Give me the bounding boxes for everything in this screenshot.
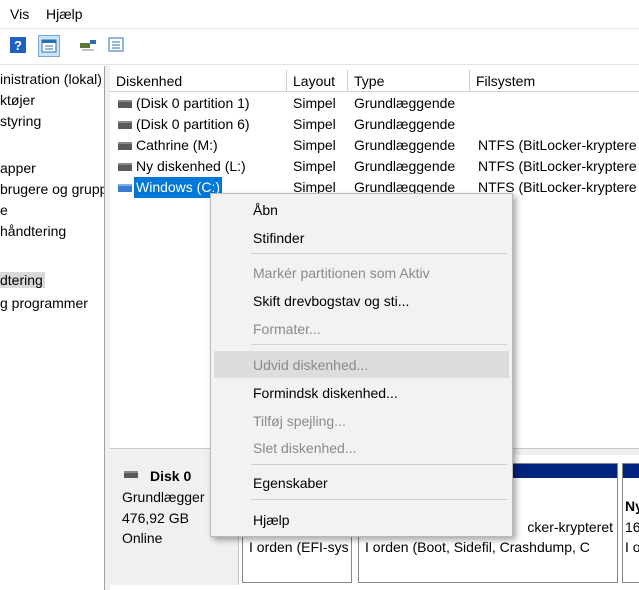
drive-icon xyxy=(118,121,132,129)
list-icon[interactable] xyxy=(106,35,126,55)
disk-size: 476,92 GB xyxy=(122,510,189,526)
table-row[interactable]: Ny diskenhed (L:) Simpel Grundlæggende N… xyxy=(110,156,639,177)
volume-layout: Simpel xyxy=(293,116,336,132)
menu-item-format: Formater... xyxy=(253,321,321,337)
volume-type: Grundlæggende xyxy=(354,158,456,174)
properties-icon[interactable] xyxy=(38,35,60,57)
navigation-tree: inistration (lokal) ktøjer styring apper… xyxy=(0,66,104,590)
column-header-layout[interactable]: Layout xyxy=(287,70,348,92)
menu-separator xyxy=(251,344,507,345)
disk-status: Online xyxy=(122,530,163,546)
menu-item-properties[interactable]: Egenskaber xyxy=(253,475,328,491)
table-row[interactable]: (Disk 0 partition 6) Simpel Grundlæggend… xyxy=(110,114,639,135)
drive-icon xyxy=(118,163,132,171)
column-header-filsystem[interactable]: Filsystem xyxy=(470,70,639,92)
menu-vis[interactable]: Vis xyxy=(10,6,29,22)
partition-other[interactable]: Ny 16 I o xyxy=(622,463,639,583)
toolbar-divider xyxy=(0,64,639,65)
disk-name: Disk 0 xyxy=(150,468,192,484)
disk-type: Grundlægger xyxy=(122,489,205,505)
menu-separator xyxy=(251,499,507,500)
help-icon[interactable]: ? xyxy=(8,35,28,55)
menu-item-add-mirror: Tilføj spejling... xyxy=(253,413,346,429)
partition-name: Ny xyxy=(625,498,639,514)
tree-item[interactable]: brugere og grupp xyxy=(0,181,104,197)
tree-item[interactable]: inistration (lokal) xyxy=(0,71,102,87)
volume-type: Grundlæggende xyxy=(354,116,456,132)
partition-status: I orden (EFI-sys xyxy=(249,539,349,555)
toolbar: ? xyxy=(0,28,639,63)
volume-layout: Simpel xyxy=(293,137,336,153)
svg-text:?: ? xyxy=(14,38,22,53)
volume-fs: NTFS (BitLocker-kryptere xyxy=(478,158,637,174)
menu-hjaelp[interactable]: Hjælp xyxy=(46,6,83,22)
volume-name: Ny diskenhed (L:) xyxy=(136,158,246,174)
partition-status: I o xyxy=(625,539,639,555)
menu-item-open[interactable]: Åbn xyxy=(253,202,278,218)
drive-icon xyxy=(118,142,132,150)
menu-item-explorer[interactable]: Stifinder xyxy=(253,230,304,246)
partition-status: I orden (Boot, Sidefil, Crashdump, C xyxy=(365,539,590,555)
context-menu: Åbn Stifinder Markér partitionen som Akt… xyxy=(210,193,513,537)
tree-item-selected[interactable]: dtering xyxy=(0,272,45,288)
volume-type: Grundlæggende xyxy=(354,95,456,111)
menu-separator xyxy=(251,253,507,254)
volume-layout: Simpel xyxy=(293,95,336,111)
menu-item-delete-volume: Slet diskenhed... xyxy=(253,440,357,456)
volume-name: Cathrine (M:) xyxy=(136,137,218,153)
connect-icon[interactable] xyxy=(78,35,98,55)
column-header-type[interactable]: Type xyxy=(348,70,470,92)
tree-item[interactable]: g programmer xyxy=(0,295,88,311)
menu-separator xyxy=(251,464,507,465)
tree-item[interactable]: e xyxy=(0,202,8,218)
volume-type: Grundlæggende xyxy=(354,137,456,153)
volume-fs: NTFS (BitLocker-kryptere xyxy=(478,137,637,153)
menu-item-mark-active: Markér partitionen som Aktiv xyxy=(253,265,430,281)
volume-name: Windows (C:) xyxy=(134,177,223,198)
volume-name: (Disk 0 partition 6) xyxy=(136,116,250,132)
tree-item[interactable]: styring xyxy=(0,113,41,129)
menu-item-extend-volume: Udvid diskenhed... xyxy=(253,357,369,373)
table-row[interactable]: Cathrine (M:) Simpel Grundlæggende NTFS … xyxy=(110,135,639,156)
column-header-diskenhed[interactable]: Diskenhed xyxy=(110,70,287,92)
partition-size: 16 xyxy=(625,519,639,535)
tree-item[interactable]: ktøjer xyxy=(0,92,35,108)
partition-bar xyxy=(623,464,639,478)
drive-icon xyxy=(118,100,132,108)
table-row[interactable]: (Disk 0 partition 1) Simpel Grundlæggend… xyxy=(110,93,639,114)
menu-item-change-drive-letter[interactable]: Skift drevbogstav og sti... xyxy=(253,293,409,309)
menu-item-help[interactable]: Hjælp xyxy=(253,512,290,528)
disk-icon xyxy=(124,471,138,478)
volume-name: (Disk 0 partition 1) xyxy=(136,95,250,111)
menu-bar: Vis Hjælp xyxy=(0,0,639,28)
tree-item[interactable]: håndtering xyxy=(0,223,66,239)
volume-layout: Simpel xyxy=(293,158,336,174)
tree-item[interactable]: apper xyxy=(0,160,36,176)
menu-item-shrink-volume[interactable]: Formindsk diskenhed... xyxy=(253,385,398,401)
drive-icon xyxy=(118,184,132,192)
